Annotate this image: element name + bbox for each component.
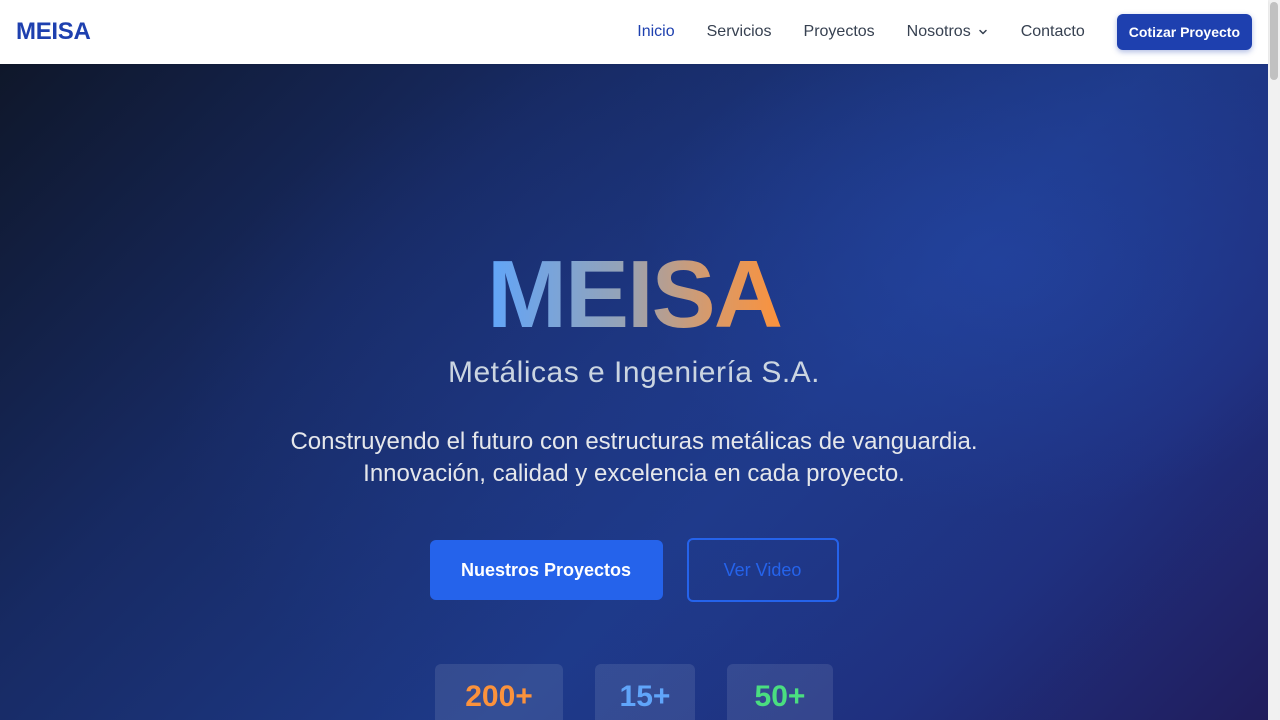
brand-logo[interactable]: MEISA [16, 18, 91, 46]
chevron-down-icon [977, 26, 989, 38]
hero-tagline: Construyendo el futuro con estructuras m… [0, 426, 1268, 490]
stat-value: 50+ [754, 680, 806, 713]
nav-links: Inicio Servicios Proyectos Nosotros Cont… [605, 14, 1252, 50]
scrollbar-thumb[interactable] [1270, 2, 1278, 80]
cotizar-proyecto-button[interactable]: Cotizar Proyecto [1116, 14, 1252, 50]
stat-value: 200+ [465, 680, 533, 713]
hero-title: MEISA [0, 240, 1268, 350]
hero-tagline-line2: Innovación, calidad y excelencia en cada… [363, 460, 905, 487]
stat-card: 50+ [727, 664, 833, 720]
ver-video-button[interactable]: Ver Video [686, 538, 839, 602]
nav-link-servicios[interactable]: Servicios [707, 23, 772, 41]
hero-buttons: Nuestros Proyectos Ver Video [0, 538, 1268, 602]
hero-title-text: MEISA [486, 241, 783, 348]
hero-tagline-line1: Construyendo el futuro con estructuras m… [290, 428, 978, 455]
page-scrollbar[interactable] [1268, 0, 1280, 720]
hero-subtitle: Metálicas e Ingeniería S.A. [447, 356, 821, 389]
top-navbar: MEISA Inicio Servicios Proyectos Nosotro… [0, 0, 1268, 64]
stat-value: 15+ [619, 680, 671, 713]
nav-link-nosotros[interactable]: Nosotros [907, 23, 989, 41]
nav-link-nosotros-label: Nosotros [906, 23, 971, 40]
nav-link-proyectos[interactable]: Proyectos [804, 23, 875, 41]
nav-link-inicio[interactable]: Inicio [637, 23, 674, 41]
stat-card: 15+ [595, 664, 695, 720]
nav-link-contacto[interactable]: Contacto [1021, 23, 1085, 41]
nuestros-proyectos-button[interactable]: Nuestros Proyectos [429, 540, 663, 600]
hero-section: MEISA Metálicas e Ingeniería S.A. Constr… [0, 64, 1268, 720]
stats-row: 200+ 15+ 50+ [0, 664, 1268, 720]
stat-card: 200+ [435, 664, 563, 720]
